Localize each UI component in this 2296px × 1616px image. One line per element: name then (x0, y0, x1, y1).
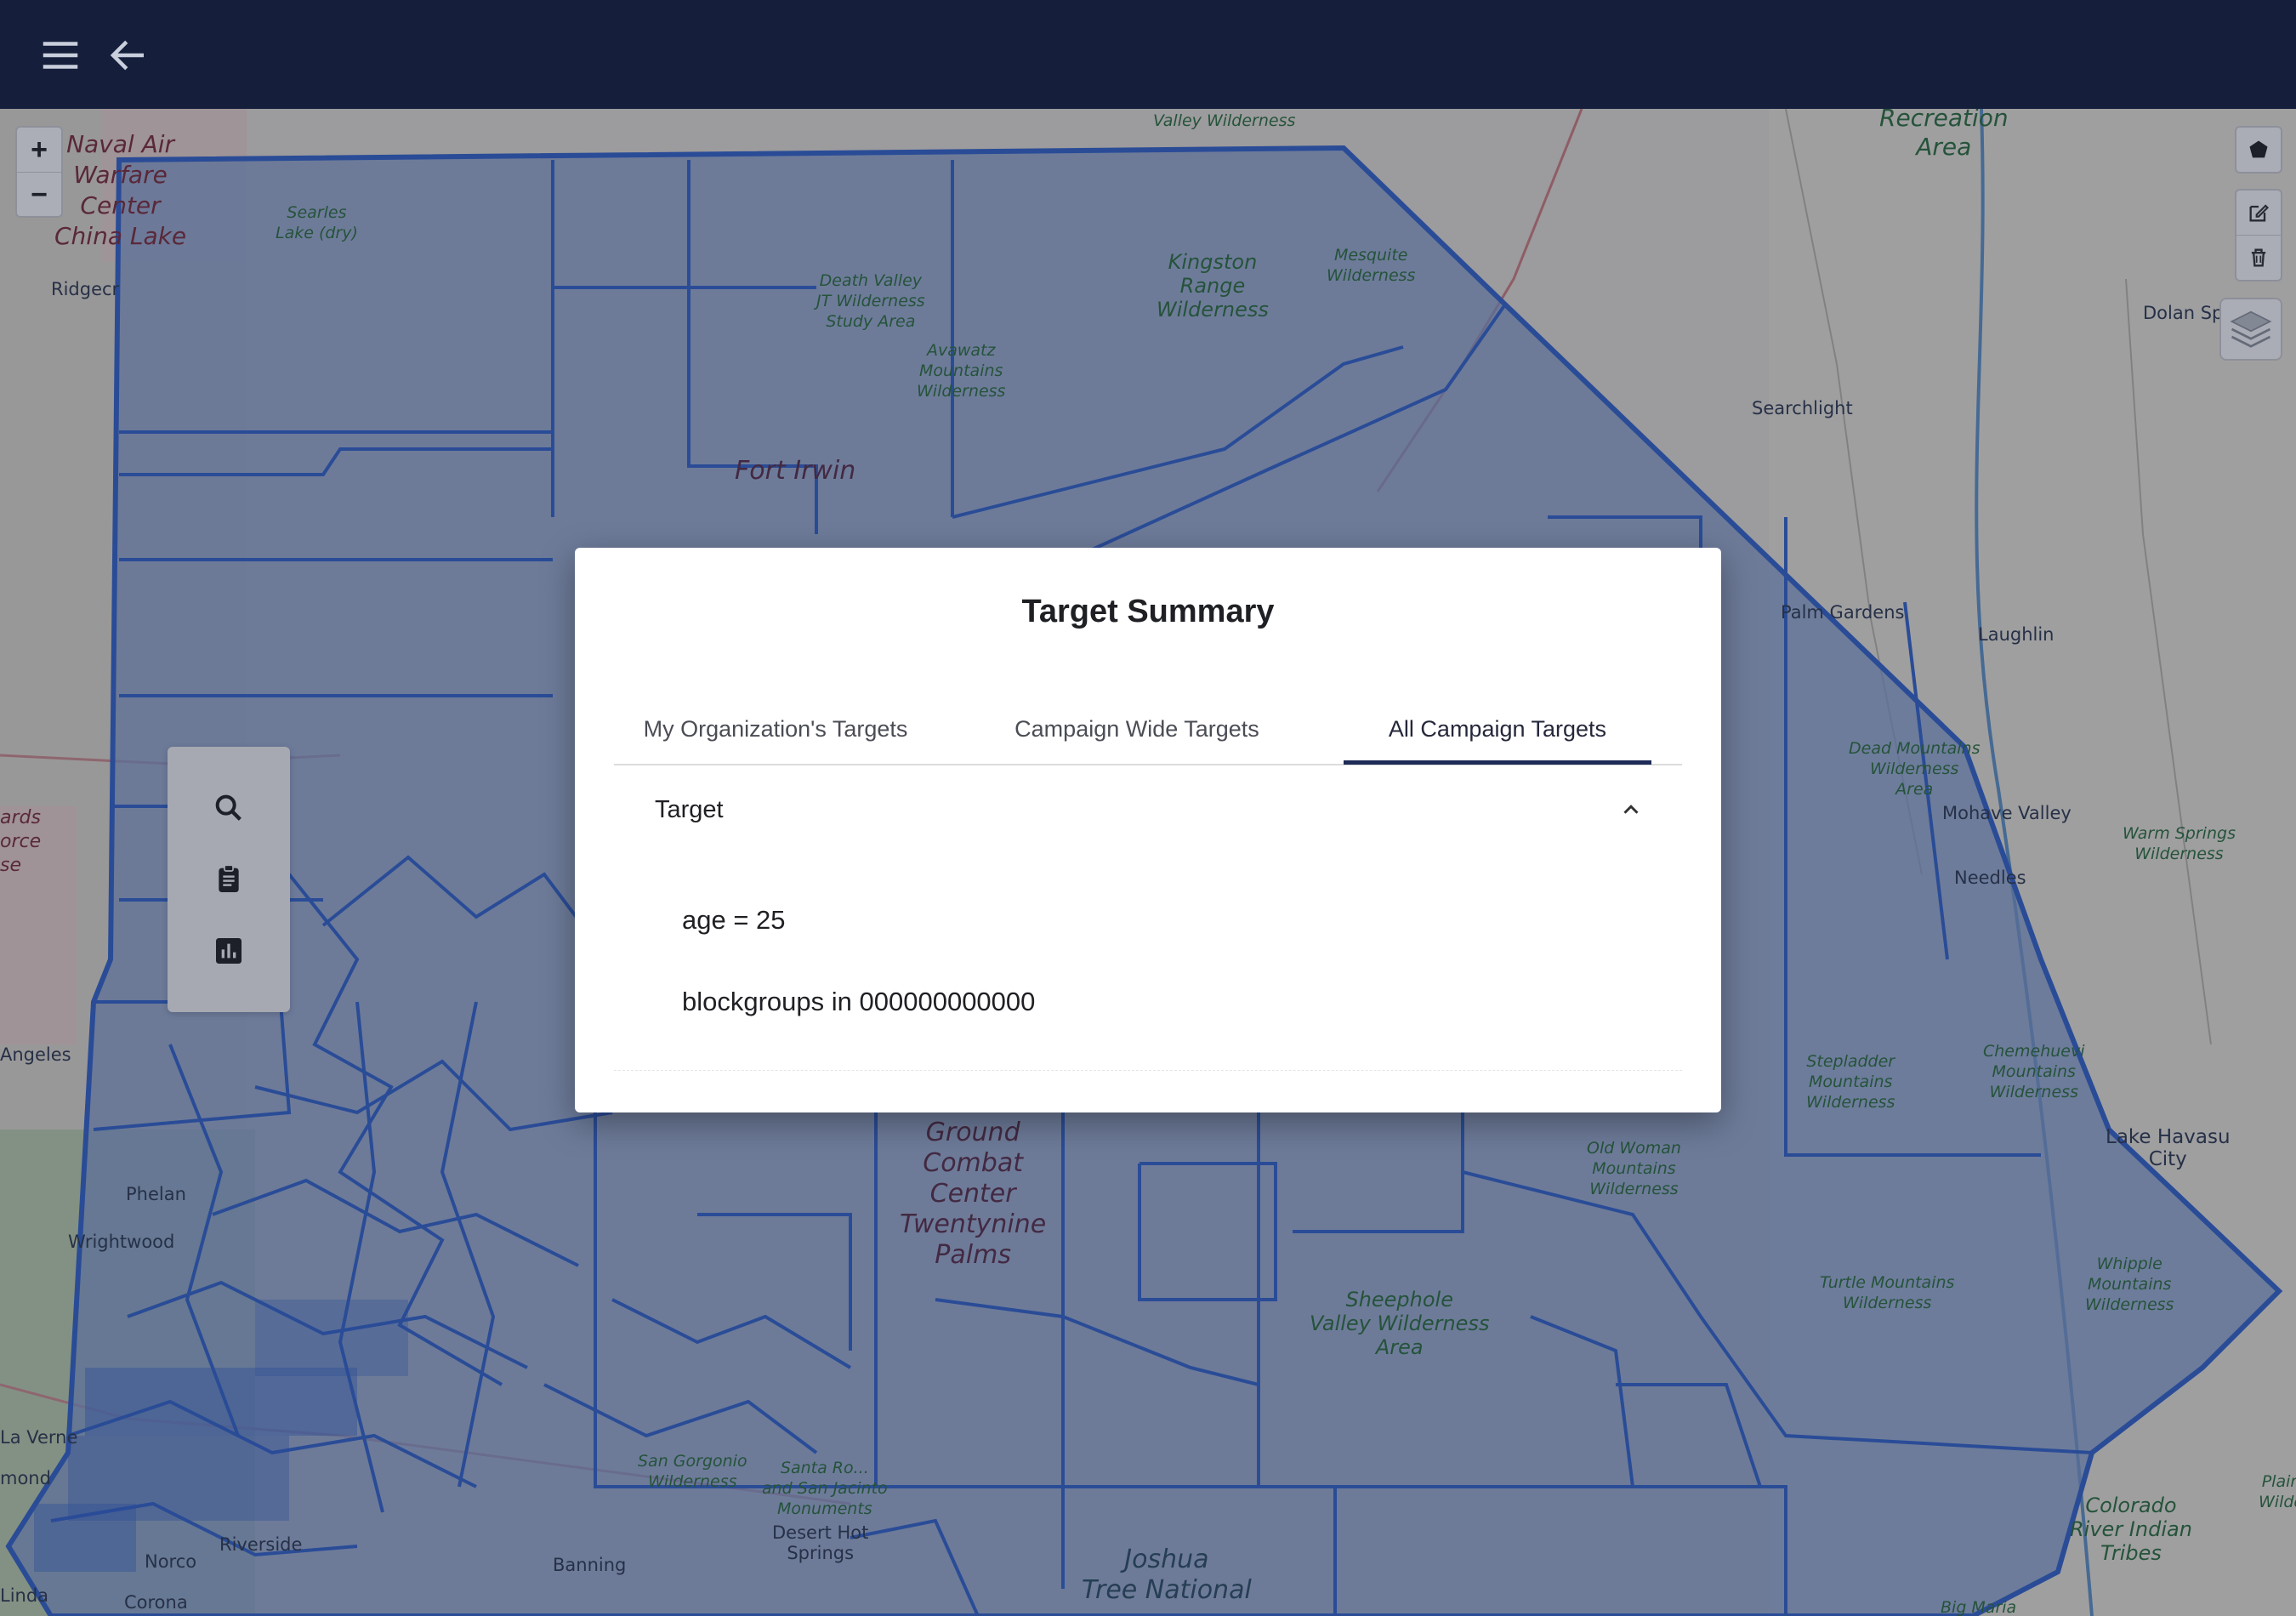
tab-campaign-wide-targets[interactable]: Campaign Wide Targets (983, 701, 1291, 764)
dialog-title: Target Summary (1021, 594, 1275, 629)
active-tab-indicator (1344, 760, 1651, 765)
menu-icon[interactable] (37, 32, 83, 78)
tab-bar: My Organization's Targets Campaign Wide … (614, 701, 1682, 765)
back-arrow-icon[interactable] (105, 32, 151, 78)
target-accordion-header[interactable]: Target (614, 777, 1682, 845)
accordion-title: Target (655, 796, 724, 823)
criteria-item: blockgroups in 000000000000 (682, 987, 1036, 1016)
chevron-up-icon[interactable] (1614, 793, 1648, 827)
tab-all-campaign-targets[interactable]: All Campaign Targets (1344, 701, 1651, 764)
accordion-divider (614, 1070, 1682, 1073)
tab-my-organization-targets[interactable]: My Organization's Targets (614, 701, 937, 764)
target-summary-dialog: Target Summary My Organization's Targets… (575, 548, 1721, 1112)
app-bar (0, 0, 2296, 109)
criteria-item: age = 25 (682, 905, 786, 935)
